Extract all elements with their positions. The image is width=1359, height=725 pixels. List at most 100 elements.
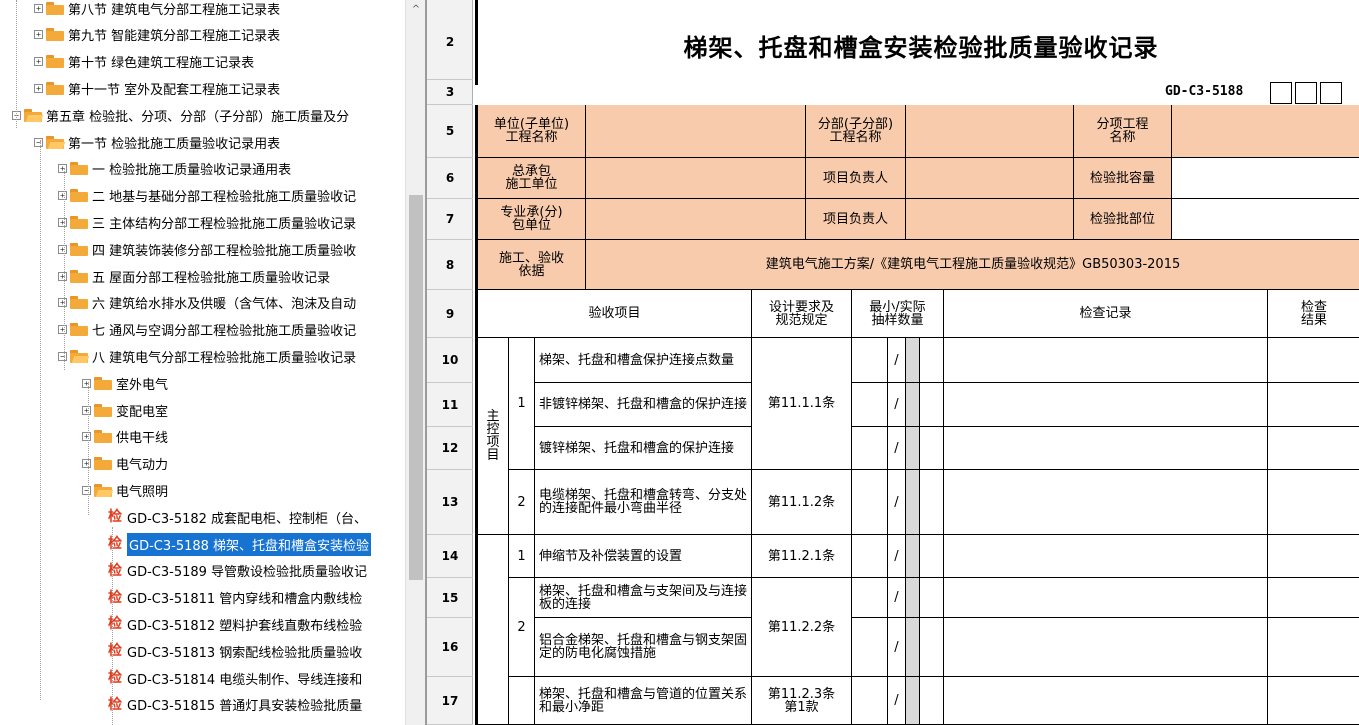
expand-icon[interactable]: + <box>58 191 67 201</box>
tree-item-form[interactable]: 检 GD-C3-5182 成套配电柜、控制柜（台、 <box>0 505 405 529</box>
check-record[interactable] <box>944 677 1268 725</box>
expand-icon[interactable]: + <box>58 244 67 254</box>
expand-icon[interactable]: + <box>82 459 91 469</box>
actual-sample[interactable] <box>920 535 944 578</box>
check-result[interactable] <box>1268 383 1359 427</box>
check-record[interactable] <box>944 535 1268 578</box>
subcontractor-value[interactable] <box>586 199 806 240</box>
row-header[interactable]: 11 <box>427 383 473 427</box>
tree-item-form[interactable]: 检 GD-C3-5189 导管敷设检验批质量验收记 <box>0 559 405 583</box>
actual-sample[interactable] <box>920 677 944 725</box>
scroll-up-icon[interactable]: ^ <box>406 0 426 20</box>
tree-scrollbar[interactable]: ^ <box>405 0 425 725</box>
tree-item-folder[interactable]: + 第八节 建筑电气分部工程施工记录表 <box>0 0 405 20</box>
check-record[interactable] <box>944 578 1268 618</box>
tree-item-form[interactable]: 检 GD-C3-51814 电缆头制作、导线连接和 <box>0 666 405 690</box>
row-header[interactable]: 12 <box>427 427 473 470</box>
row-header[interactable]: 10 <box>427 338 473 383</box>
tree-item-folder[interactable]: + 室外电气 <box>0 371 405 395</box>
expand-icon[interactable]: + <box>58 298 67 308</box>
tree-item-folder[interactable]: + 第十一节 室外及配套工程施工记录表 <box>0 76 405 100</box>
min-sample[interactable] <box>852 535 888 578</box>
tree-item-folder[interactable]: + 变配电室 <box>0 398 405 422</box>
project-lead-value[interactable] <box>906 158 1074 199</box>
tree-item-folder[interactable]: + 电气动力 <box>0 452 405 476</box>
code-box-3[interactable] <box>1320 82 1342 104</box>
actual-sample[interactable] <box>920 470 944 535</box>
check-record[interactable] <box>944 338 1268 383</box>
batch-capacity-value[interactable] <box>1172 158 1359 199</box>
scroll-thumb[interactable] <box>409 195 423 580</box>
row-header[interactable]: 5 <box>427 105 473 158</box>
min-sample[interactable] <box>852 338 888 383</box>
collapse-icon[interactable]: − <box>58 351 67 361</box>
expand-icon[interactable]: + <box>58 325 67 335</box>
expand-icon[interactable]: + <box>34 83 43 93</box>
tree-item-folder[interactable]: + 四 建筑装饰装修分部工程检验批施工质量验收 <box>0 237 405 261</box>
row-header[interactable]: 16 <box>427 618 473 677</box>
unit-project-value[interactable] <box>586 105 806 158</box>
check-record[interactable] <box>944 427 1268 470</box>
expand-icon[interactable]: + <box>34 57 43 67</box>
collapse-icon[interactable]: − <box>34 137 43 147</box>
tree-item-folder[interactable]: + 七 通风与空调分部工程检验批施工质量验收记 <box>0 318 405 342</box>
check-result[interactable] <box>1268 427 1359 470</box>
min-sample[interactable] <box>852 677 888 725</box>
row-header[interactable]: 17 <box>427 677 473 725</box>
contractor-value[interactable] <box>586 158 806 199</box>
expand-icon[interactable]: + <box>58 271 67 281</box>
tree-item-form[interactable]: 检 GD-C3-5188 梯架、托盘和槽盒安装检验 <box>0 532 405 556</box>
check-result[interactable] <box>1268 535 1359 578</box>
expand-icon[interactable]: + <box>82 378 91 388</box>
tree-item-folder[interactable]: − 第五章 检验批、分项、分部（子分部）施工质量及分 <box>0 103 405 127</box>
actual-sample[interactable] <box>920 578 944 618</box>
row-header[interactable]: 15 <box>427 578 473 618</box>
expand-icon[interactable]: + <box>82 405 91 415</box>
code-box-2[interactable] <box>1295 82 1317 104</box>
basis-value[interactable]: 建筑电气施工方案/《建筑电气工程施工质量验收规范》GB50303-2015 <box>586 240 1359 290</box>
actual-sample[interactable] <box>920 383 944 427</box>
row-header[interactable]: 8 <box>427 240 473 290</box>
expand-icon[interactable]: + <box>34 30 43 40</box>
batch-location-value[interactable] <box>1172 199 1359 240</box>
tree-item-form[interactable]: 检 GD-C3-51811 管内穿线和槽盒内敷线检 <box>0 586 405 610</box>
tree-item-folder[interactable]: + 二 地基与基础分部工程检验批施工质量验收记 <box>0 184 405 208</box>
check-record[interactable] <box>944 383 1268 427</box>
tree-item-folder[interactable]: + 一 检验批施工质量验收记录通用表 <box>0 157 405 181</box>
expand-icon[interactable]: + <box>58 217 67 227</box>
tree-item-folder[interactable]: − 八 建筑电气分部工程检验批施工质量验收记录 <box>0 344 405 368</box>
row-header[interactable]: 3 <box>427 80 473 105</box>
row-header[interactable]: 13 <box>427 470 473 535</box>
actual-sample[interactable] <box>920 427 944 470</box>
tree-item-folder[interactable]: − 第一节 检验批施工质量验收记录用表 <box>0 130 405 154</box>
expand-icon[interactable]: + <box>34 3 43 13</box>
tree-item-folder[interactable]: + 六 建筑给水排水及供暖（含气体、泡沫及自动 <box>0 291 405 315</box>
expand-icon[interactable]: + <box>82 432 91 442</box>
expand-icon[interactable]: + <box>58 164 67 174</box>
check-record[interactable] <box>944 470 1268 535</box>
check-result[interactable] <box>1268 578 1359 618</box>
sub-project-value[interactable] <box>906 105 1074 158</box>
check-result[interactable] <box>1268 338 1359 383</box>
collapse-icon[interactable]: − <box>82 485 91 495</box>
row-header[interactable]: 14 <box>427 535 473 578</box>
row-header[interactable]: 6 <box>427 158 473 199</box>
row-header[interactable]: 7 <box>427 199 473 240</box>
row-header[interactable]: 2 <box>427 5 473 80</box>
tree-item-folder[interactable]: + 供电干线 <box>0 425 405 449</box>
actual-sample[interactable] <box>920 338 944 383</box>
code-box-1[interactable] <box>1270 82 1292 104</box>
tree-item-folder[interactable]: + 第九节 智能建筑分部工程施工记录表 <box>0 23 405 47</box>
tree-item-form[interactable]: 检 GD-C3-51815 普通灯具安装检验批质量 <box>0 693 405 717</box>
check-result[interactable] <box>1268 618 1359 677</box>
project-lead-2-value[interactable] <box>906 199 1074 240</box>
tree-item-form[interactable]: 检 GD-C3-51812 塑料护套线直敷布线检验 <box>0 612 405 636</box>
tree-item-form[interactable]: 检 GD-C3-51813 钢索配线检验批质量验收 <box>0 639 405 663</box>
min-sample[interactable] <box>852 470 888 535</box>
check-record[interactable] <box>944 618 1268 677</box>
min-sample[interactable] <box>852 383 888 427</box>
row-header[interactable]: 9 <box>427 290 473 338</box>
tree-item-folder[interactable]: − 电气照明 <box>0 478 405 502</box>
tree-item-folder[interactable]: + 三 主体结构分部工程检验批施工质量验收记录 <box>0 210 405 234</box>
check-result[interactable] <box>1268 470 1359 535</box>
